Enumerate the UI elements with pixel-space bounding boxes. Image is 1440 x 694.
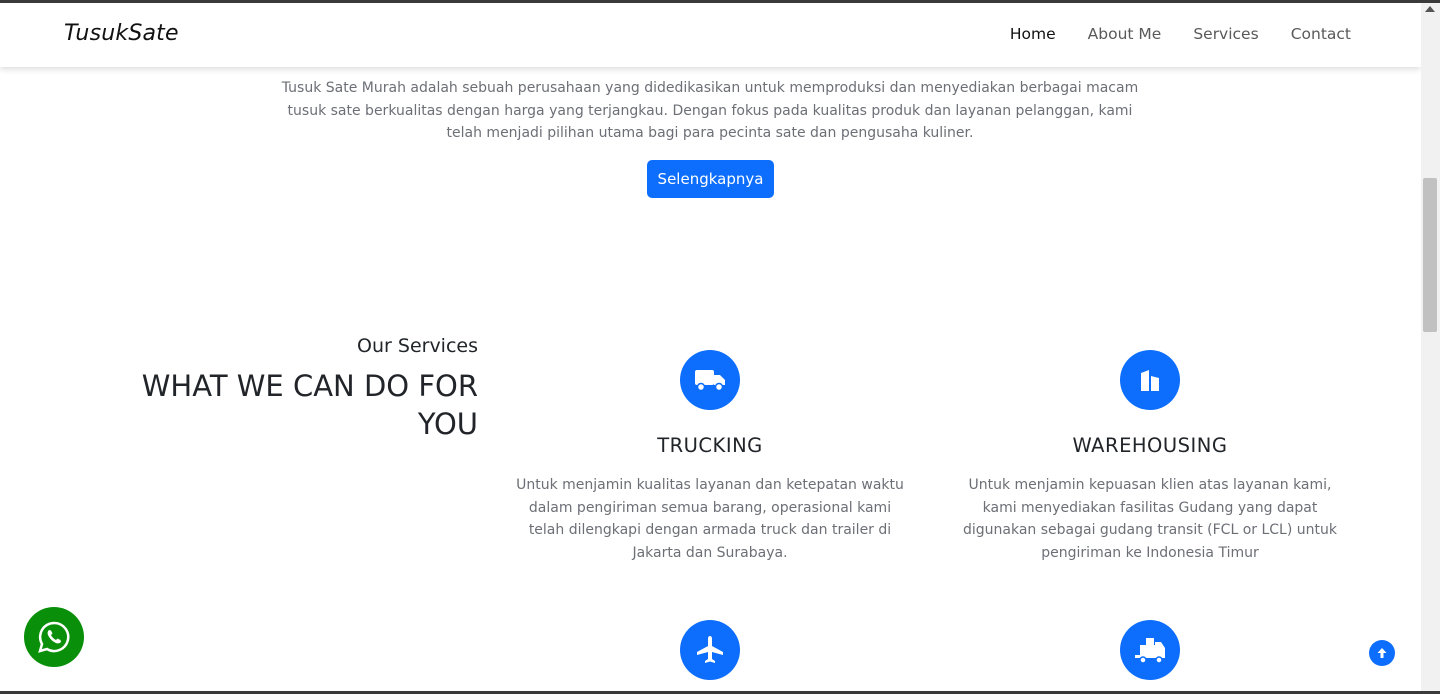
nav-link-services[interactable]: Services (1193, 25, 1258, 43)
service-card-delivery (950, 620, 1350, 680)
more-button[interactable]: Selengkapnya (647, 160, 774, 198)
arrow-up-icon (1377, 648, 1387, 658)
service-card-trucking: TRUCKING Untuk menjamin kualitas layanan… (510, 350, 910, 565)
building-icon (1120, 350, 1180, 410)
whatsapp-icon (38, 621, 70, 653)
service-title: WAREHOUSING (1072, 434, 1228, 457)
intro-text: Tusuk Sate Murah adalah sebuah perusahaa… (281, 80, 1139, 141)
brand-logo[interactable]: TusukSate (64, 21, 179, 46)
page-viewport: TusukSate Home About Me Services Contact… (0, 3, 1421, 691)
truck-icon (680, 350, 740, 410)
service-description: Untuk menjamin kepuasan klien atas layan… (962, 477, 1337, 562)
nav-link-contact[interactable]: Contact (1291, 25, 1351, 43)
navbar: TusukSate Home About Me Services Contact (0, 3, 1421, 67)
service-card-air (510, 620, 910, 680)
nav-link-home[interactable]: Home (1010, 25, 1056, 43)
nav-menu: Home About Me Services Contact (1010, 25, 1351, 43)
scrollbar-track[interactable] (1421, 3, 1440, 691)
services-subtitle: Our Services (357, 335, 478, 357)
nav-link-about[interactable]: About Me (1088, 25, 1162, 43)
airplane-icon (680, 620, 740, 680)
service-title: TRUCKING (657, 434, 763, 457)
whatsapp-button[interactable] (24, 607, 84, 667)
scrollbar-thumb[interactable] (1423, 178, 1437, 332)
services-heading: WHAT WE CAN DO FOR YOU (141, 369, 478, 441)
service-card-warehousing: WAREHOUSING Untuk menjamin kepuasan klie… (950, 350, 1350, 565)
service-description: Untuk menjamin kualitas layanan dan kete… (516, 477, 904, 562)
scrollbar-up-arrow-icon[interactable] (1425, 6, 1435, 12)
truck-ramp-icon (1120, 620, 1180, 680)
back-to-top-button[interactable] (1369, 640, 1395, 666)
